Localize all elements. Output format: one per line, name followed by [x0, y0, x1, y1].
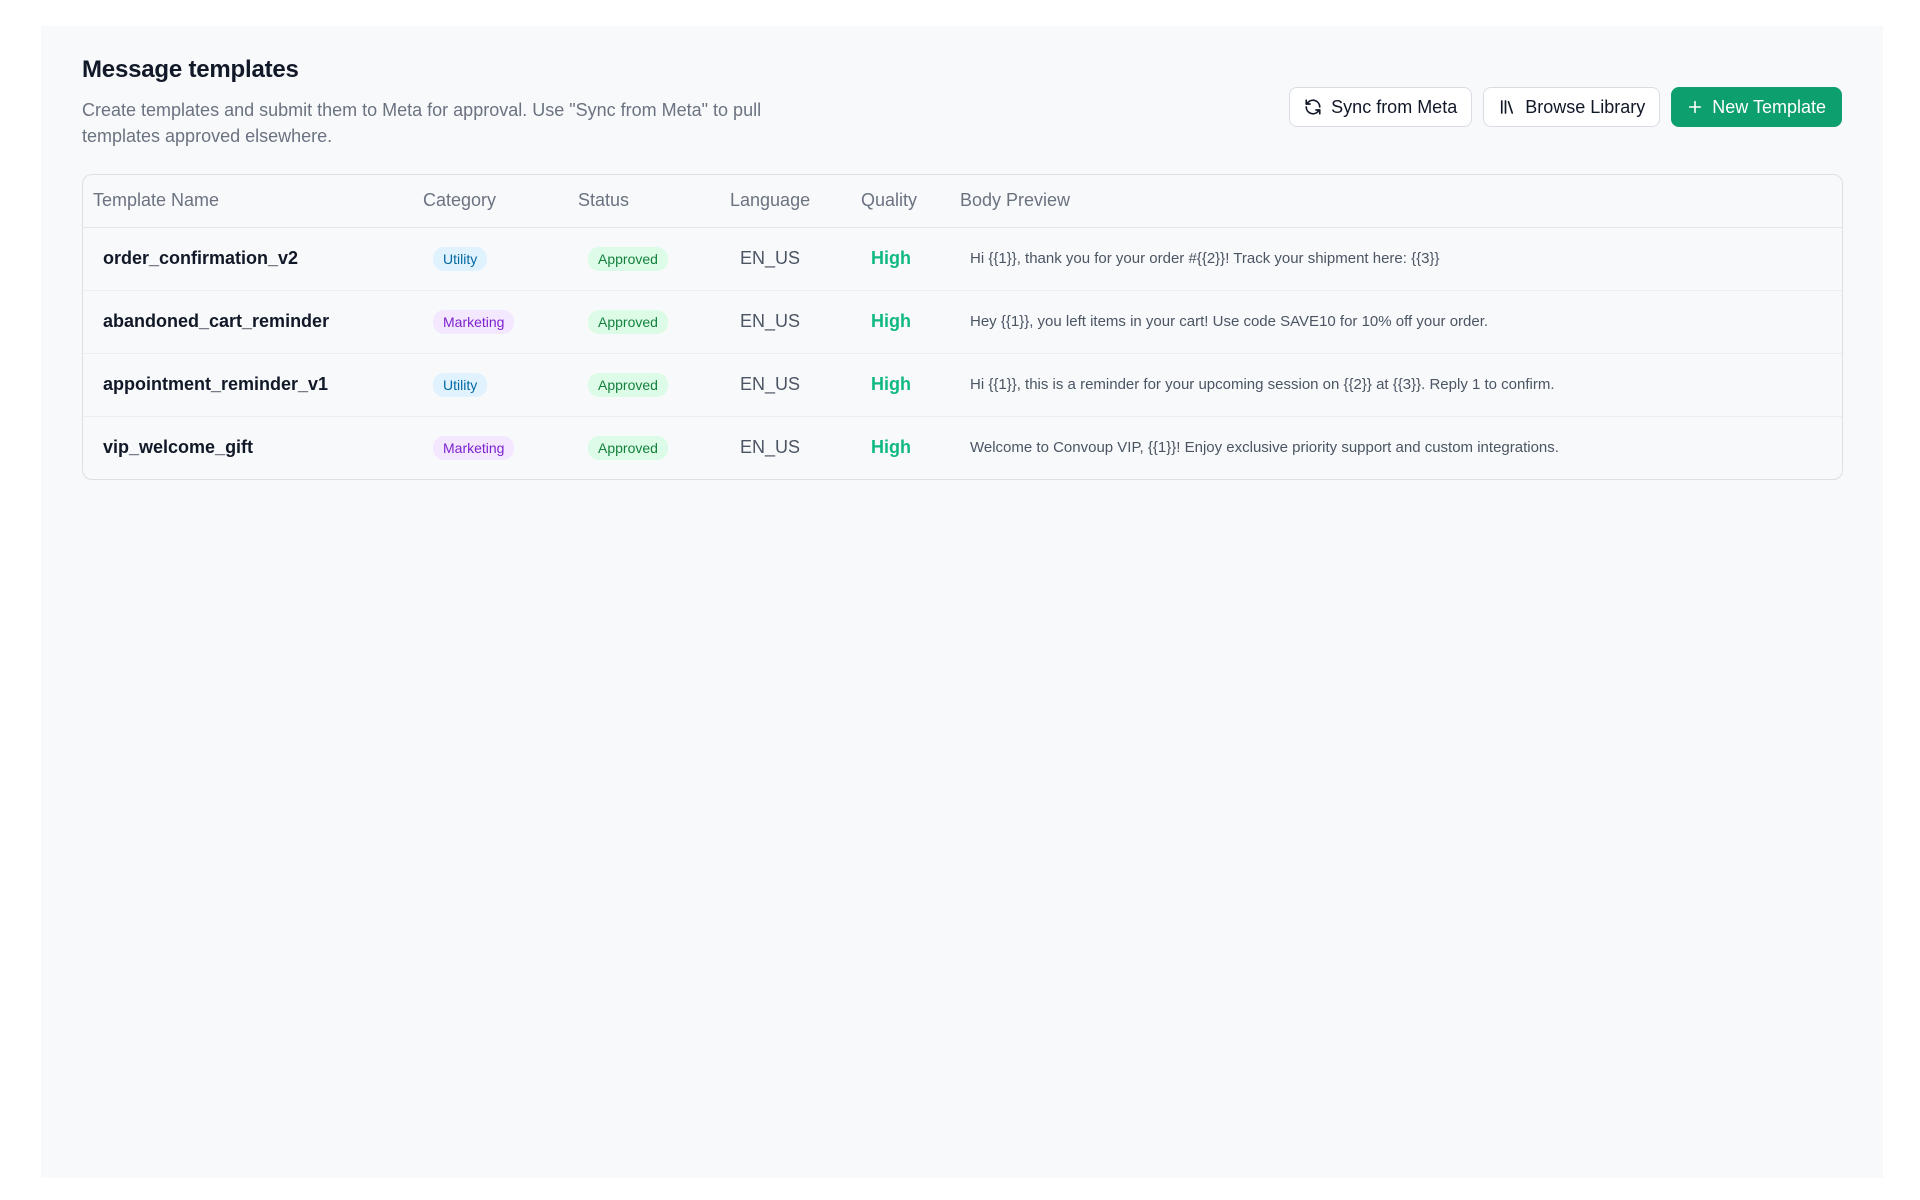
new-template-label: New Template [1712, 96, 1826, 117]
table-row[interactable]: order_confirmation_v2 Utility Approved E… [83, 227, 1842, 290]
body-preview: Hi {{1}}, thank you for your order #{{2}… [970, 250, 1440, 267]
status-badge: Approved [588, 309, 668, 334]
template-name: abandoned_cart_reminder [103, 311, 330, 331]
body-preview: Hey {{1}}, you left items in your cart! … [970, 313, 1489, 330]
column-header-status: Status [578, 190, 630, 211]
quality-cell: High [871, 248, 911, 268]
category-badge: Utility [433, 246, 488, 271]
column-header-category: Category [423, 190, 497, 211]
column-header-body-preview: Body Preview [960, 190, 1071, 211]
language-cell: EN_US [740, 374, 801, 394]
language-cell: EN_US [740, 311, 801, 331]
quality-cell: High [871, 311, 911, 331]
category-badge: Marketing [433, 435, 515, 460]
status-badge: Approved [588, 246, 668, 271]
page-subtitle: Create templates and submit them to Meta… [82, 100, 762, 146]
template-name: appointment_reminder_v1 [103, 374, 329, 394]
category-cell: Utility [413, 227, 568, 290]
table-row[interactable]: abandoned_cart_reminder Marketing Approv… [83, 290, 1842, 353]
template-name: vip_welcome_gift [103, 437, 254, 458]
status-badge: Approved [588, 435, 668, 460]
status-badge: Approved [588, 372, 668, 397]
column-header-language: Language [730, 190, 811, 211]
category-cell: Marketing [413, 290, 568, 353]
sync-from-meta-button[interactable]: Sync from Meta [1289, 87, 1473, 127]
refresh-icon [1304, 98, 1322, 116]
page-header: Message templates Create templates and s… [82, 56, 1842, 156]
language-cell: EN_US [740, 248, 801, 268]
new-template-button[interactable]: New Template [1671, 87, 1842, 127]
body-preview: Hi {{1}}, this is a reminder for your up… [970, 376, 1555, 393]
category-cell: Marketing [413, 416, 568, 479]
language-cell: EN_US [740, 437, 801, 458]
column-header-quality: Quality [861, 190, 918, 211]
status-cell: Approved [568, 353, 720, 416]
body-preview: Welcome to Convoup VIP, {{1}}! Enjoy exc… [970, 439, 1559, 457]
templates-page: Message templates Create templates and s… [41, 26, 1883, 1178]
status-cell: Approved [568, 290, 720, 353]
table-row[interactable]: appointment_reminder_v1 Utility Approved… [83, 353, 1842, 416]
table-header-row: Template Name Category Status Language Q… [83, 175, 1842, 227]
header-actions: Sync from Meta Browse Library New Templa… [1289, 87, 1842, 127]
quality-cell: High [871, 374, 911, 394]
table-row[interactable]: vip_welcome_gift Marketing Approved EN_U… [83, 416, 1842, 479]
browse-library-button[interactable]: Browse Library [1483, 87, 1661, 127]
template-name: order_confirmation_v2 [103, 248, 299, 268]
category-badge: Marketing [433, 309, 515, 334]
quality-cell: High [871, 437, 911, 458]
templates-table: Template Name Category Status Language Q… [82, 174, 1843, 480]
plus-icon [1687, 99, 1703, 115]
status-cell: Approved [568, 227, 720, 290]
sync-from-meta-label: Sync from Meta [1331, 96, 1458, 117]
column-header-template-name: Template Name [93, 190, 220, 211]
page-title: Message templates [82, 56, 299, 83]
category-cell: Utility [413, 353, 568, 416]
status-cell: Approved [568, 416, 720, 479]
browse-library-label: Browse Library [1525, 96, 1646, 117]
category-badge: Utility [433, 372, 488, 397]
library-icon [1498, 98, 1516, 116]
